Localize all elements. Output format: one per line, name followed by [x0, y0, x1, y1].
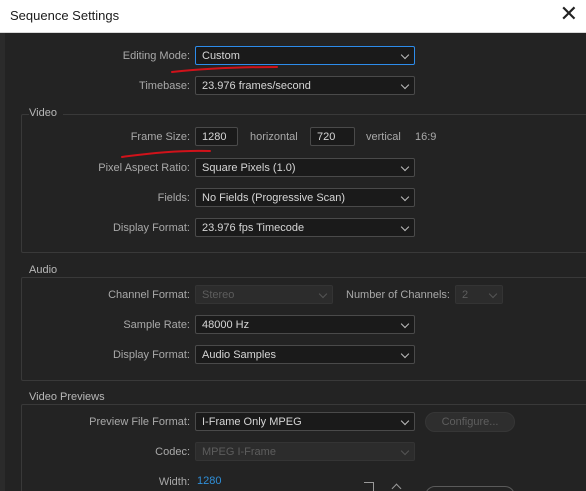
chevron-down-icon: [400, 446, 410, 456]
frame-height-value: 720: [317, 131, 336, 143]
audio-section-title: Audio: [29, 264, 64, 276]
close-icon[interactable]: ✕: [560, 3, 578, 25]
chevron-down-icon: [400, 192, 410, 202]
pixel-aspect-label: Pixel Aspect Ratio:: [98, 162, 190, 174]
frame-size-label: Frame Size:: [130, 131, 190, 143]
timebase-value: 23.976 frames/second: [202, 80, 311, 92]
channel-format-label: Channel Format:: [108, 289, 190, 301]
chevron-down-icon: [488, 289, 498, 299]
audio-display-format-label: Display Format:: [112, 349, 190, 361]
chevron-down-icon: [400, 416, 410, 426]
reset-button[interactable]: [425, 486, 515, 491]
video-display-format-label: Display Format:: [112, 222, 190, 234]
link-bracket-icon[interactable]: [364, 482, 374, 491]
fields-dropdown[interactable]: No Fields (Progressive Scan): [195, 188, 415, 207]
left-edge: [0, 33, 5, 491]
codec-value: MPEG I-Frame: [202, 446, 276, 458]
aspect-ratio-readout: 16:9: [415, 131, 437, 143]
audio-display-format-value: Audio Samples: [202, 349, 276, 361]
frame-width-value: 1280: [202, 131, 227, 143]
fields-value: No Fields (Progressive Scan): [202, 192, 346, 204]
timebase-label: Timebase:: [139, 80, 190, 92]
video-section-title: Video: [29, 107, 63, 119]
video-display-format-value: 23.976 fps Timecode: [202, 222, 305, 234]
chevron-down-icon: [400, 162, 410, 172]
num-channels-label: Number of Channels:: [346, 289, 450, 301]
preview-format-dropdown[interactable]: I-Frame Only MPEG: [195, 412, 415, 431]
width-label: Width:: [158, 476, 190, 488]
frame-height-field[interactable]: 720: [310, 127, 355, 146]
preview-width-value[interactable]: 1280: [197, 475, 221, 487]
chevron-down-icon: [400, 349, 410, 359]
video-previews-section-title: Video Previews: [29, 391, 111, 403]
sequence-settings-dialog: Sequence Settings ✕ Editing Mode: Custom…: [0, 0, 586, 491]
editing-mode-label: Editing Mode:: [122, 50, 190, 62]
dialog-content: Editing Mode: Custom Timebase: 23.976 fr…: [6, 33, 586, 491]
preview-format-label: Preview File Format:: [89, 416, 190, 428]
channel-format-dropdown[interactable]: Stereo: [195, 285, 333, 304]
chevron-down-icon: [400, 222, 410, 232]
sample-rate-label: Sample Rate:: [123, 319, 190, 331]
chevron-down-icon: [400, 50, 410, 60]
title-bar: Sequence Settings ✕: [0, 0, 586, 33]
num-channels-dropdown[interactable]: 2: [455, 285, 503, 304]
codec-label: Codec:: [155, 446, 190, 458]
sample-rate-dropdown[interactable]: 48000 Hz: [195, 315, 415, 334]
pixel-aspect-value: Square Pixels (1.0): [202, 162, 296, 174]
fields-label: Fields:: [157, 192, 190, 204]
vertical-label: vertical: [366, 131, 401, 143]
chevron-down-icon: [400, 80, 410, 90]
timebase-dropdown[interactable]: 23.976 frames/second: [195, 76, 415, 95]
frame-width-field[interactable]: 1280: [195, 127, 238, 146]
window-title: Sequence Settings: [10, 8, 120, 23]
configure-button[interactable]: Configure...: [425, 412, 515, 432]
chevron-down-icon: [318, 289, 328, 299]
codec-dropdown[interactable]: MPEG I-Frame: [195, 442, 415, 461]
preview-format-value: I-Frame Only MPEG: [202, 416, 302, 428]
video-display-format-dropdown[interactable]: 23.976 fps Timecode: [195, 218, 415, 237]
channel-format-value: Stereo: [202, 289, 235, 301]
editing-mode-value: Custom: [202, 50, 240, 62]
chevron-down-icon: [400, 319, 410, 329]
num-channels-value: 2: [462, 289, 469, 301]
sample-rate-value: 48000 Hz: [202, 319, 250, 331]
editing-mode-dropdown[interactable]: Custom: [195, 46, 415, 65]
audio-display-format-dropdown[interactable]: Audio Samples: [195, 345, 415, 364]
horizontal-label: horizontal: [250, 131, 298, 143]
pixel-aspect-dropdown[interactable]: Square Pixels (1.0): [195, 158, 415, 177]
